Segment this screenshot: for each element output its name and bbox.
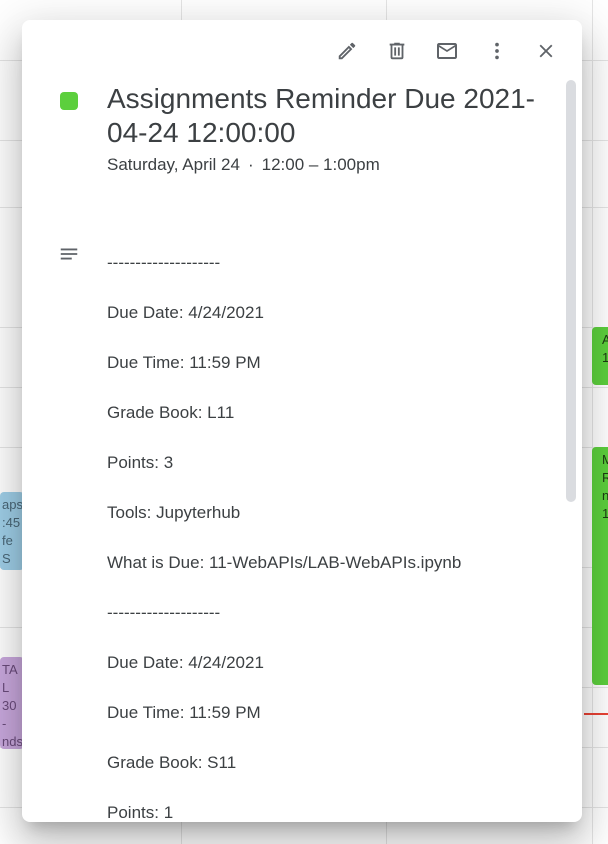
more-options-button[interactable] (474, 34, 520, 68)
event-text: fe S (2, 533, 13, 566)
event-details-content[interactable]: Assignments Reminder Due 2021-04-24 12:0… (22, 80, 564, 822)
event-datetime: Saturday, April 24 · 12:00 – 1:00pm (107, 155, 380, 175)
description-line: -------------------- (107, 603, 221, 622)
close-button[interactable] (526, 34, 566, 68)
grid-line (592, 0, 593, 844)
description-line: Due Time: 11:59 PM (107, 703, 261, 722)
event-text: 30 - (2, 698, 17, 731)
description-line: Grade Book: L11 (107, 403, 235, 422)
event-text: TA L (2, 662, 17, 695)
event-text: nds (2, 734, 23, 749)
event-text: M (602, 452, 608, 467)
envelope-icon (437, 43, 457, 59)
background-event[interactable]: A 1 (592, 327, 608, 385)
more-vert-icon (495, 42, 499, 60)
scrollbar-thumb[interactable] (566, 80, 576, 502)
trash-icon (389, 42, 405, 60)
event-time: 12:00 – 1:00pm (261, 155, 380, 174)
event-details-dialog: Assignments Reminder Due 2021-04-24 12:0… (22, 20, 582, 822)
event-title: Assignments Reminder Due 2021-04-24 12:0… (107, 83, 535, 148)
delete-event-button[interactable] (374, 34, 420, 68)
event-description: -------------------- Due Date: 4/24/2021… (107, 253, 547, 822)
description-line: Points: 1 (107, 803, 174, 822)
event-color-chip (60, 92, 78, 110)
event-text: 1 (602, 350, 608, 365)
current-time-indicator (584, 713, 608, 715)
pencil-icon (338, 42, 356, 60)
description-line: Due Date: 4/24/2021 (107, 653, 264, 672)
event-text: n (602, 488, 608, 503)
description-icon (60, 248, 78, 260)
description-line: Due Date: 4/24/2021 (107, 303, 264, 322)
email-guests-button[interactable] (424, 34, 470, 68)
event-date: Saturday, April 24 (107, 155, 240, 174)
description-line: Grade Book: S11 (107, 753, 237, 772)
dialog-toolbar (324, 34, 566, 68)
datetime-separator: · (247, 155, 254, 174)
event-text: 1 (602, 506, 608, 521)
event-text: A (602, 332, 608, 347)
description-line: What is Due: 11-WebAPIs/LAB-WebAPIs.ipyn… (107, 553, 462, 572)
description-line: -------------------- (107, 253, 221, 272)
background-event[interactable]: apst :45 fe S (0, 492, 24, 570)
description-line: Due Time: 11:59 PM (107, 353, 261, 372)
edit-event-button[interactable] (324, 34, 370, 68)
event-text: :45 (2, 515, 21, 530)
event-text: R (602, 470, 608, 485)
background-event[interactable]: TA L 30 - nds (0, 657, 24, 749)
event-text: apst (2, 497, 24, 512)
background-event[interactable]: M R n 1 (592, 447, 608, 685)
description-line: Tools: Jupyterhub (107, 503, 241, 522)
close-icon (539, 44, 553, 58)
description-line: Points: 3 (107, 453, 174, 472)
